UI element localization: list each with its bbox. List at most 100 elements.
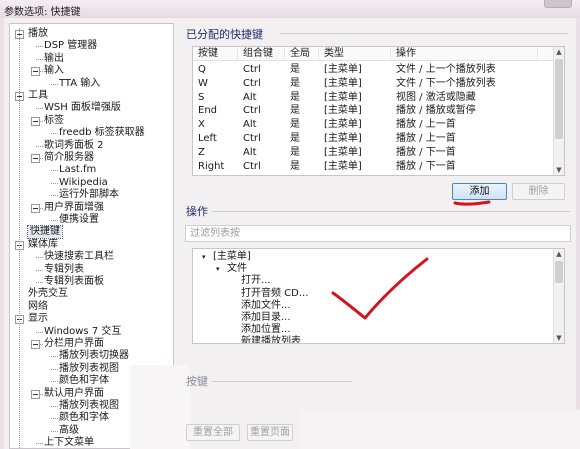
tree-item[interactable]: 颜色和字体 <box>59 375 109 387</box>
expand-arrow-icon[interactable]: ▾ <box>202 251 206 263</box>
collapse-toggle-icon[interactable] <box>31 67 40 77</box>
scroll-down-icon[interactable]: ▼ <box>554 333 564 343</box>
close-button[interactable] <box>544 0 572 8</box>
cell-modifier: Ctrl <box>243 160 261 172</box>
table-row[interactable]: Right Ctrl 是 [主菜单] 播放 / 下一首 <box>193 160 553 174</box>
tree-item[interactable]: 显示 <box>28 313 48 325</box>
col-key[interactable]: 按键 <box>198 47 218 61</box>
cell-type: [主菜单] <box>324 77 362 89</box>
tree-item[interactable]: 快捷键 <box>27 225 63 240</box>
tree-item[interactable]: 播放列表视图 <box>59 400 119 412</box>
tree-item[interactable]: 分栏用户界面 <box>44 338 104 350</box>
tree-item[interactable]: 专辑列表 <box>44 264 84 276</box>
cell-type: [主菜单] <box>324 91 362 103</box>
tree-item[interactable]: Last.fm <box>59 164 96 176</box>
tree-item[interactable]: 标签 <box>44 115 64 127</box>
tree-item[interactable]: 快速搜索工具栏 <box>44 251 114 263</box>
assigned-shortcuts-table[interactable]: 按键 组合键 全局 类型 操作 Q Ctrl 是 [主菜单] 文件 / 上一个播放列表 W… <box>192 46 565 176</box>
cell-key: Left <box>198 133 217 144</box>
table-row[interactable]: Left Ctrl 是 [主菜单] 播放 / 上一首 <box>193 132 553 146</box>
reset-all-button[interactable]: 重置全部 <box>186 424 240 441</box>
scroll-up-icon[interactable]: ▲ <box>554 47 564 57</box>
table-row[interactable]: W Ctrl 是 [主菜单] 文件 / 下一个播放列表 <box>193 77 553 91</box>
tree-item[interactable]: DSP 管理器 <box>44 40 97 52</box>
table-row[interactable]: Z Alt 是 [主菜单] 播放 / 下一首 <box>193 146 553 160</box>
cell-modifier: Alt <box>243 91 257 103</box>
action-item[interactable]: [主菜单] <box>213 251 251 263</box>
tree-item[interactable]: Windows 7 交互 <box>44 326 121 338</box>
tree-item[interactable]: 用户界面增强 <box>44 202 104 214</box>
action-tree-scrollbar[interactable]: ▲ ▼ <box>553 249 564 343</box>
col-type[interactable]: 类型 <box>324 47 344 61</box>
table-header: 按键 组合键 全局 类型 操作 <box>193 47 553 61</box>
action-item[interactable]: 新建播放列表 <box>241 336 301 343</box>
tree-item[interactable]: 播放 <box>28 28 48 40</box>
tree-item[interactable]: Wikipedia <box>59 177 108 189</box>
scroll-up-icon[interactable]: ▲ <box>554 249 564 259</box>
tree-connector <box>51 133 58 135</box>
collapse-toggle-icon[interactable] <box>31 203 40 213</box>
column-separator <box>318 47 319 61</box>
table-row[interactable]: End Ctrl 是 [主菜单] 播放 / 播放或暂停 <box>193 104 553 118</box>
cell-action: 文件 / 下一个播放列表 <box>396 77 496 89</box>
col-modifier[interactable]: 组合键 <box>243 47 273 61</box>
red-checkmark-annotation <box>331 257 429 320</box>
tree-connector <box>51 381 58 383</box>
cell-action: 播放 / 上一首 <box>396 119 456 131</box>
filter-input[interactable]: 过滤列表按 <box>185 225 571 242</box>
col-global[interactable]: 全局 <box>290 47 310 61</box>
table-scrollbar[interactable]: ▲ ▼ <box>553 47 564 175</box>
tree-item[interactable]: 专辑列表面板 <box>44 276 104 288</box>
tree-item[interactable]: 颜色和字体 <box>59 412 109 424</box>
tree-item[interactable]: 输出 <box>44 53 64 65</box>
tree-connector <box>36 269 43 271</box>
remove-button[interactable]: 删除 <box>512 183 565 200</box>
tree-item[interactable]: freedb 标签获取器 <box>59 127 145 139</box>
tree-item[interactable]: 上下文菜单 <box>44 437 94 448</box>
tree-connector <box>36 46 43 48</box>
table-row[interactable]: Q Ctrl 是 [主菜单] 文件 / 上一个播放列表 <box>193 63 553 77</box>
tree-item[interactable]: 便携设置 <box>59 214 99 226</box>
col-action[interactable]: 操作 <box>396 47 416 61</box>
action-item[interactable]: 打开... <box>241 275 271 287</box>
scroll-thumb[interactable] <box>555 261 563 283</box>
tree-item[interactable]: 歌词秀面板 2 <box>44 140 104 152</box>
tree-item[interactable]: WSH 面板增强版 <box>44 102 121 114</box>
cell-global: 是 <box>290 77 300 89</box>
tree-item[interactable]: TTA 输入 <box>59 78 100 90</box>
action-item[interactable]: 文件 <box>227 263 247 275</box>
tree-item[interactable]: 输入 <box>44 65 64 77</box>
tree-item[interactable]: 高级 <box>59 425 79 437</box>
cell-type: [主菜单] <box>324 64 362 75</box>
tree-item[interactable]: 媒体库 <box>28 239 58 251</box>
cell-modifier: Ctrl <box>243 64 261 75</box>
scroll-down-icon[interactable]: ▼ <box>554 165 564 175</box>
column-separator <box>284 47 285 61</box>
action-item[interactable]: 添加目录... <box>241 312 291 324</box>
action-item[interactable]: 添加文件... <box>241 300 291 312</box>
tree-item[interactable]: 播放列表视图 <box>59 363 119 375</box>
section-divider <box>212 211 570 212</box>
cell-type: [主菜单] <box>324 160 362 172</box>
action-item[interactable]: 打开音频 CD... <box>241 288 308 300</box>
tree-item[interactable]: 默认用户界面 <box>44 388 104 400</box>
expand-arrow-icon[interactable]: ▾ <box>216 263 220 275</box>
scroll-thumb[interactable] <box>555 59 563 139</box>
tree-item[interactable]: 网络 <box>28 301 48 313</box>
reset-page-button[interactable]: 重置页面 <box>247 424 293 441</box>
collapse-toggle-icon[interactable] <box>31 389 40 399</box>
cell-key: Z <box>198 146 205 158</box>
action-item[interactable]: 添加位置... <box>241 324 291 336</box>
collapse-toggle-icon[interactable] <box>31 340 40 349</box>
tree-item[interactable]: 外壳交互 <box>28 288 68 300</box>
tree-item[interactable]: 工具 <box>28 90 48 102</box>
tree-item[interactable]: 简介服务器 <box>44 152 94 164</box>
tree-item[interactable]: 运行外部脚本 <box>59 189 119 201</box>
red-underline-annotation <box>453 200 491 206</box>
tree-connector <box>36 443 43 445</box>
table-row[interactable]: X Alt 是 [主菜单] 播放 / 上一首 <box>193 118 553 132</box>
tree-item[interactable]: 播放列表切换器 <box>59 350 129 362</box>
collapse-toggle-icon[interactable] <box>31 154 40 163</box>
table-row[interactable]: S Alt 是 [主菜单] 视图 / 激活或隐藏 <box>193 91 553 105</box>
collapse-toggle-icon[interactable] <box>31 116 40 126</box>
